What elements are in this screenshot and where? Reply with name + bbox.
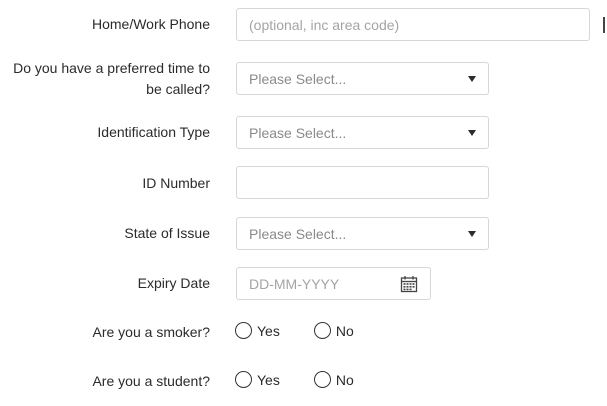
id-type-label: Identification Type — [97, 124, 210, 140]
caret-down-icon — [468, 76, 476, 82]
smoker-yes-label: Yes — [257, 322, 280, 339]
student-label: Are you a student? — [92, 373, 210, 389]
student-yes-option[interactable]: Yes — [235, 371, 280, 388]
id-type-select[interactable]: Please Select... — [236, 116, 489, 149]
caret-down-icon — [468, 130, 476, 136]
radio-circle-icon[interactable] — [313, 322, 331, 339]
id-number-input[interactable] — [236, 166, 489, 199]
phone-label: Home/Work Phone — [91, 16, 210, 32]
expiry-placeholder: DD-MM-YYYY — [249, 275, 340, 292]
student-no-option[interactable]: No — [313, 371, 354, 388]
state-value: Please Select... — [249, 225, 347, 242]
preferred-time-select[interactable]: Please Select... — [236, 62, 489, 95]
page-edge-divider — [603, 17, 607, 33]
radio-circle-icon[interactable] — [235, 322, 252, 339]
smoker-label: Are you a smoker? — [92, 324, 211, 340]
student-radio-group: Yes No — [235, 371, 388, 388]
id-number-label: ID Number — [142, 175, 210, 191]
phone-input[interactable]: (optional, inc area code) — [236, 8, 590, 41]
expiry-label: Expiry Date — [137, 275, 210, 291]
radio-circle-icon[interactable] — [313, 371, 331, 388]
preferred-time-value: Please Select... — [249, 70, 347, 87]
smoker-no-label: No — [335, 322, 354, 339]
calendar-icon[interactable] — [400, 275, 418, 293]
smoker-radio-group: Yes No — [235, 322, 388, 339]
radio-circle-icon[interactable] — [235, 371, 252, 388]
state-select[interactable]: Please Select... — [236, 217, 489, 250]
application-form: Home/Work Phone (optional, inc area code… — [0, 0, 607, 406]
smoker-yes-option[interactable]: Yes — [235, 322, 280, 339]
caret-down-icon — [468, 231, 476, 237]
preferred-time-label: Do you have a preferred time to be calle… — [13, 60, 210, 97]
student-yes-label: Yes — [257, 371, 280, 388]
id-type-value: Please Select... — [249, 124, 347, 141]
state-label: State of Issue — [124, 225, 210, 241]
student-no-label: No — [335, 371, 354, 388]
smoker-no-option[interactable]: No — [313, 322, 354, 339]
phone-placeholder: (optional, inc area code) — [249, 16, 400, 33]
expiry-date-input[interactable]: DD-MM-YYYY — [236, 267, 431, 300]
